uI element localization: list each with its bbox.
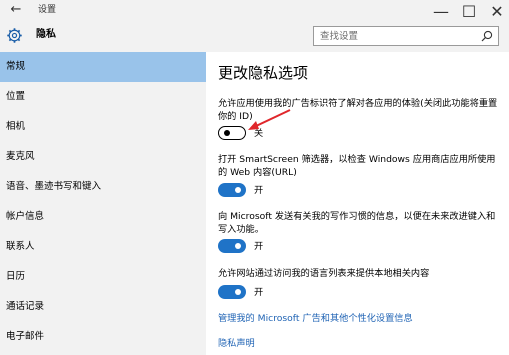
- settings-window: ← 设置 — ☐ ✕ 隐私 查找设置 常规 位置 相机 麦克风 语音、墨迹书写和…: [0, 0, 509, 355]
- red-arrow-annotation: [248, 109, 291, 130]
